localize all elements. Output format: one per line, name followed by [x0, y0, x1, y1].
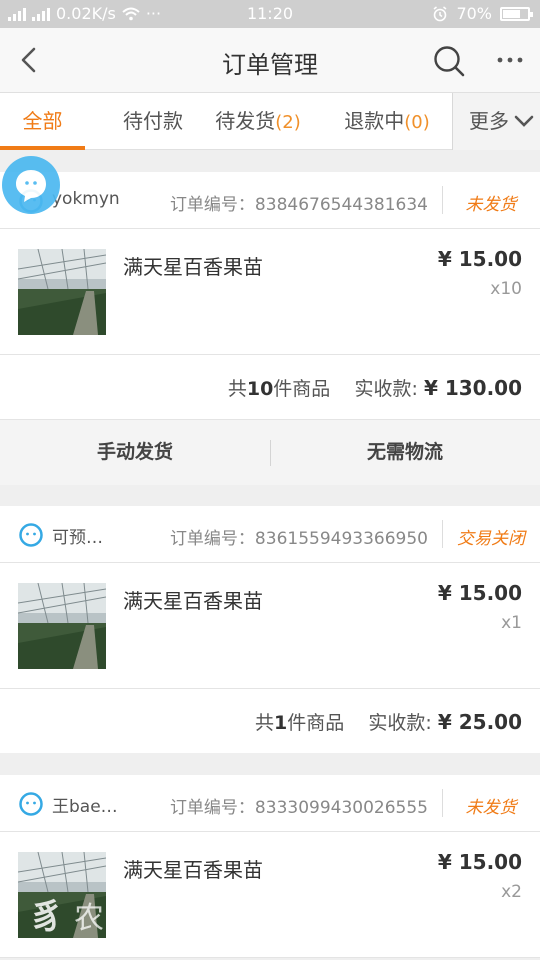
order-card: yokmyn 订单编号：8384676544381634 未发货 满天星百香果苗… [0, 172, 540, 485]
summary-suffix: 件商品 [273, 378, 331, 400]
order-actions: 手动发货 无需物流 [0, 419, 540, 485]
battery-fill [503, 9, 520, 18]
watermark-text: 农 [74, 901, 104, 936]
tab-more[interactable]: 更多 [452, 93, 540, 150]
received-amount: ¥ 130.00 [423, 376, 522, 400]
summary-prefix: 共 [227, 378, 247, 400]
divider [442, 186, 443, 214]
no-logistics-button[interactable]: 无需物流 [270, 420, 540, 485]
order-number: 订单编号：8333099430026555 [169, 798, 428, 818]
order-number: 订单编号：8384676544381634 [169, 195, 428, 215]
product-name: 满天星百香果苗 [123, 858, 263, 882]
product-quantity: x1 [501, 613, 522, 633]
tab-more-label: 更多 [469, 109, 509, 133]
order-header: 王bae… 订单编号：8333099430026555 未发货 [0, 775, 540, 832]
tab-refunding[interactable]: 退款中(0) [334, 93, 440, 150]
received-label: 实收款: [354, 378, 424, 400]
summary-text: 共1件商品 实收款: ¥ 25.00 [255, 708, 522, 735]
product-thumbnail [18, 249, 106, 335]
order-status: 交易关闭 [457, 529, 525, 549]
product-price: ¥ 15.00 [437, 581, 522, 605]
summary-text: 共10件商品 实收款: ¥ 130.00 [228, 374, 522, 401]
tab-label: 待发货 [215, 109, 276, 133]
battery-percent: 70% [456, 4, 492, 23]
tab-all[interactable]: 全部 [0, 93, 85, 150]
chat-bubble-icon [16, 170, 46, 202]
watermark-graphic: 豸 农 人之家 [30, 897, 190, 937]
chevron-down-icon [514, 115, 534, 127]
floating-chat-button[interactable] [2, 156, 60, 214]
product-name: 满天星百香果苗 [123, 589, 263, 613]
order-status: 未发货 [465, 195, 517, 215]
summary-prefix: 共 [254, 712, 274, 734]
order-header: yokmyn 订单编号：8384676544381634 未发货 [0, 172, 540, 229]
tab-pending-payment[interactable]: 待付款 [95, 93, 211, 150]
summary-suffix: 件商品 [287, 712, 345, 734]
order-summary: 共10件商品 实收款: ¥ 130.00 [0, 355, 540, 419]
tab-label: 待付款 [123, 109, 183, 133]
divider [442, 789, 443, 817]
order-header: 可预… 订单编号：8361559493366950 交易关闭 [0, 506, 540, 563]
tab-pending-shipment[interactable]: 待发货(2) [203, 93, 313, 150]
tab-count: (0) [404, 112, 430, 133]
svg-text:豸: 豸 [30, 897, 64, 937]
nav-bar: 订单管理 [0, 28, 540, 92]
order-item[interactable]: 满天星百香果苗 ¥ 15.00 x10 [0, 229, 540, 355]
watermark-logo: 豸 农 人之家 [30, 886, 230, 946]
order-card: 可预… 订单编号：8361559493366950 交易关闭 满天星百香果苗 ¥… [0, 506, 540, 753]
order-summary: 共1件商品 实收款: ¥ 25.00 [0, 689, 540, 753]
product-thumbnail [18, 583, 106, 669]
product-quantity: x2 [501, 882, 522, 902]
divider [442, 520, 443, 548]
alarm-icon [433, 5, 447, 21]
tab-label: 全部 [22, 109, 63, 133]
item-count: 1 [273, 712, 288, 734]
product-name: 满天星百香果苗 [123, 255, 263, 279]
more-icon[interactable] [494, 44, 526, 76]
order-item[interactable]: 满天星百香果苗 ¥ 15.00 x1 [0, 563, 540, 689]
order-status: 未发货 [465, 798, 517, 818]
status-bar: 0.02K/s ··· 11:20 70% [0, 0, 540, 28]
received-label: 实收款: [368, 712, 438, 734]
manual-ship-button[interactable]: 手动发货 [0, 420, 270, 485]
buyer-name: 王bae… [52, 797, 118, 817]
product-price: ¥ 15.00 [437, 247, 522, 271]
received-amount: ¥ 25.00 [437, 710, 522, 734]
buyer-avatar-icon [19, 523, 43, 547]
search-icon[interactable] [432, 44, 466, 78]
item-count: 10 [246, 378, 274, 400]
order-number: 订单编号：8361559493366950 [169, 529, 428, 549]
buyer-name: yokmyn [52, 189, 120, 209]
product-price: ¥ 15.00 [437, 850, 522, 874]
tab-label: 退款中 [344, 109, 405, 133]
order-tabs: 全部 待付款 待发货(2) 退款中(0) 更多 [0, 92, 540, 150]
buyer-avatar-icon [19, 792, 43, 816]
tab-count: (2) [275, 112, 301, 133]
battery-icon [500, 6, 533, 21]
status-bar-right: 70% [432, 4, 533, 23]
product-quantity: x10 [490, 279, 522, 299]
buyer-name: 可预… [52, 528, 103, 548]
svg-text:人之家: 人之家 [112, 905, 190, 935]
